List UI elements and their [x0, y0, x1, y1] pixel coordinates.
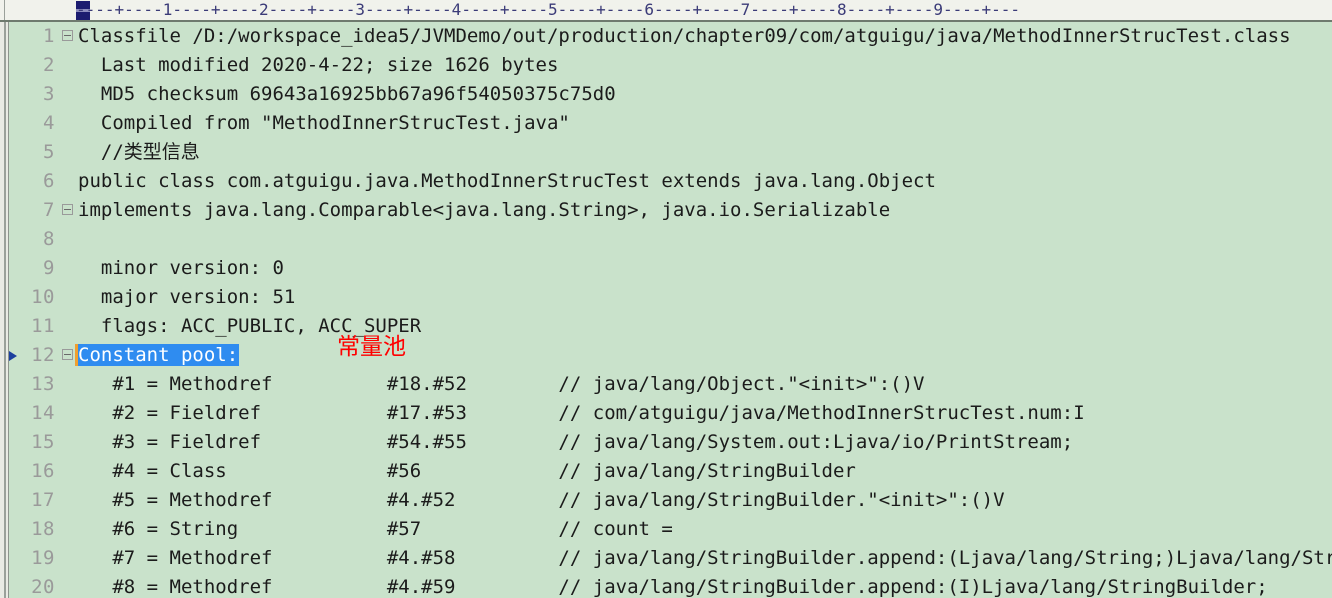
line-number: 2 — [43, 54, 55, 76]
code-line[interactable]: 3 MD5 checksum 69643a16925bb67a96f540503… — [9, 80, 1332, 109]
line-text: public class com.atguigu.java.MethodInne… — [78, 170, 936, 192]
code-line[interactable]: 7 implements java.lang.Comparable<java.la… — [9, 196, 1332, 225]
code-content-area[interactable]: 1 Classfile /D:/workspace_idea5/JVMDemo/o… — [9, 22, 1332, 598]
line-text: #5 = Methodref #4.#52 // java/lang/Strin… — [78, 489, 1005, 511]
line-number: 4 — [43, 112, 55, 134]
code-line[interactable]: 16 #4 = Class #56 // java/lang/StringBui… — [9, 457, 1332, 486]
line-text: #7 = Methodref #4.#58 // java/lang/Strin… — [78, 547, 1332, 569]
code-line[interactable]: 17 #5 = Methodref #4.#52 // java/lang/St… — [9, 486, 1332, 515]
annotation-label: 常量池 — [337, 334, 406, 360]
code-fold-collapse-icon[interactable] — [62, 30, 73, 41]
line-number: 7 — [43, 199, 55, 221]
code-fold-collapse-icon[interactable] — [62, 349, 73, 360]
selected-text[interactable]: Constant pool: — [75, 344, 240, 366]
ruler-track-labels: ----+----1----+----2----+----3----+----4… — [76, 0, 1021, 19]
line-number: 11 — [31, 315, 55, 337]
line-text: implements java.lang.Comparable<java.lan… — [78, 199, 891, 221]
line-text: Compiled from "MethodInnerStrucTest.java… — [78, 112, 570, 134]
code-line[interactable]: 1 Classfile /D:/workspace_idea5/JVMDemo/o… — [9, 22, 1332, 51]
line-text: minor version: 0 — [78, 257, 284, 279]
editor-left-frame — [0, 22, 9, 598]
code-fold-collapse-icon[interactable] — [62, 204, 73, 215]
line-text: Last modified 2020-4-22; size 1626 bytes — [78, 54, 559, 76]
line-text: #2 = Fieldref #17.#53 // com/atguigu/jav… — [78, 402, 1085, 424]
line-number: 20 — [31, 576, 55, 598]
code-line[interactable]: 10 major version: 51 — [9, 283, 1332, 312]
code-line[interactable]: 20 #8 = Methodref #4.#59 // java/lang/St… — [9, 573, 1332, 598]
code-line[interactable]: 13 #1 = Methodref #18.#52 // java/lang/O… — [9, 370, 1332, 399]
code-line[interactable]: 14 #2 = Fieldref #17.#53 // com/atguigu/… — [9, 399, 1332, 428]
line-number: 8 — [43, 228, 55, 250]
code-line[interactable]: 8 — [9, 225, 1332, 254]
line-text: #4 = Class #56 // java/lang/StringBuilde… — [78, 460, 856, 482]
line-number: 18 — [31, 518, 55, 540]
line-number: 17 — [31, 489, 55, 511]
code-line[interactable]: 6 public class com.atguigu.java.MethodInn… — [9, 167, 1332, 196]
column-ruler: ----+----1----+----2----+----3----+----4… — [0, 0, 1332, 22]
line-text: //类型信息 — [78, 141, 200, 163]
line-number: 9 — [43, 257, 55, 279]
line-text: #1 = Methodref #18.#52 // java/lang/Obje… — [78, 373, 925, 395]
line-text: Classfile /D:/workspace_idea5/JVMDemo/ou… — [78, 25, 1291, 47]
line-number: 12 — [31, 344, 55, 366]
line-text: #8 = Methodref #4.#59 // java/lang/Strin… — [78, 576, 1268, 598]
code-line[interactable]: 9 minor version: 0 — [9, 254, 1332, 283]
code-line[interactable]: 4 Compiled from "MethodInnerStrucTest.ja… — [9, 109, 1332, 138]
line-number: 15 — [31, 431, 55, 453]
code-line[interactable]: 15 #3 = Fieldref #54.#55 // java/lang/Sy… — [9, 428, 1332, 457]
line-text: #3 = Fieldref #54.#55 // java/lang/Syste… — [78, 431, 1074, 453]
line-text: major version: 51 — [78, 286, 296, 308]
code-line[interactable]: 19 #7 = Methodref #4.#58 // java/lang/St… — [9, 544, 1332, 573]
editor-left-frame-rule — [4, 22, 6, 598]
line-number: 5 — [43, 141, 55, 163]
code-line[interactable]: 18 #6 = String #57 // count = — [9, 515, 1332, 544]
line-number: 14 — [31, 402, 55, 424]
line-number: 16 — [31, 460, 55, 482]
code-line[interactable]: 2 Last modified 2020-4-22; size 1626 byt… — [9, 51, 1332, 80]
code-line[interactable]: 5 //类型信息 — [9, 138, 1332, 167]
line-number: 13 — [31, 373, 55, 395]
line-text: #6 = String #57 // count = — [78, 518, 685, 540]
line-text: Constant pool: — [75, 341, 240, 370]
code-line[interactable]: 12 Constant pool: — [9, 341, 1332, 370]
line-number: 10 — [31, 286, 55, 308]
ruler-left-edge — [0, 0, 5, 20]
line-number: 19 — [31, 547, 55, 569]
line-number: 1 — [43, 25, 55, 47]
code-line[interactable]: 11 flags: ACC_PUBLIC, ACC_SUPER — [9, 312, 1332, 341]
line-text: MD5 checksum 69643a16925bb67a96f54050375… — [78, 83, 616, 105]
line-number: 6 — [43, 170, 55, 192]
line-number: 3 — [43, 83, 55, 105]
javap-output-editor[interactable]: ----+----1----+----2----+----3----+----4… — [0, 0, 1332, 598]
